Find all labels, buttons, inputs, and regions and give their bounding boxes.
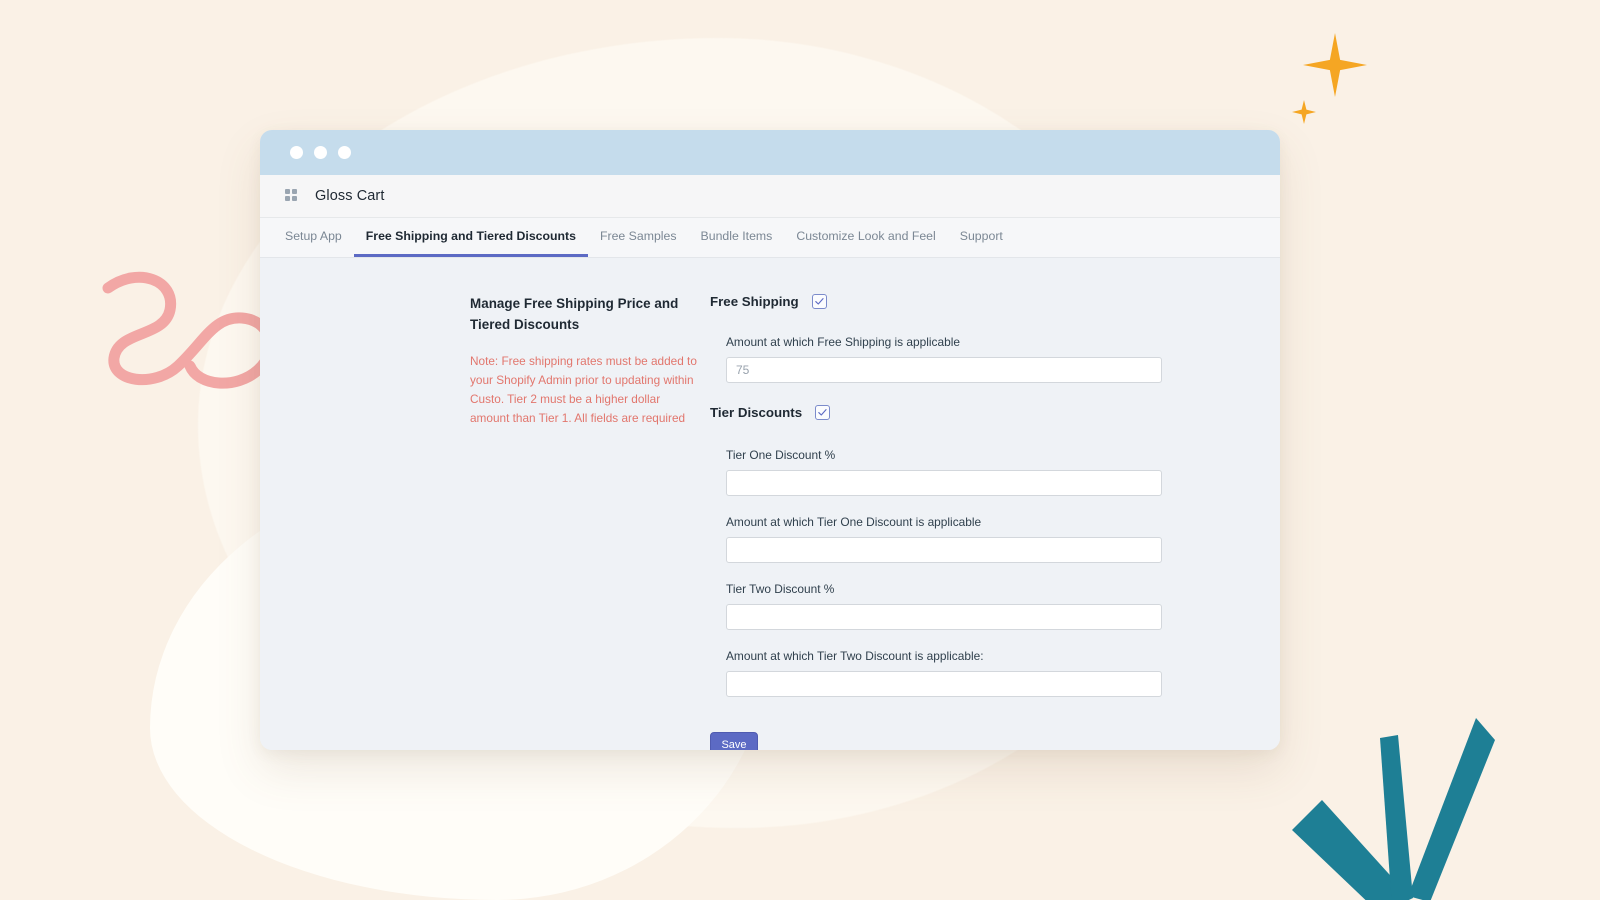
page-canvas: Gloss Cart Setup App Free Shipping and T…: [0, 0, 1600, 900]
tier-one-discount-percent-label: Tier One Discount %: [726, 448, 836, 462]
tab-free-shipping-and-tiered-discounts[interactable]: Free Shipping and Tiered Discounts: [353, 218, 588, 257]
panel-note: Note: Free shipping rates must be added …: [470, 353, 697, 426]
sparkle-star-icon: [1292, 100, 1316, 124]
app-header: Gloss Cart: [260, 175, 1280, 218]
panel-heading: Manage Free Shipping Price and Tiered Di…: [470, 296, 679, 332]
tier-two-discount-percent-field: Tier Two Discount %: [726, 582, 1170, 630]
teal-burst-decoration: [1292, 718, 1495, 900]
sparkle-star-icon: [1303, 33, 1367, 97]
tier-two-discount-percent-input[interactable]: [726, 604, 1162, 630]
minimize-dot[interactable]: [314, 146, 327, 159]
free-shipping-amount-field: Amount at which Free Shipping is applica…: [726, 335, 1170, 383]
tab-free-samples[interactable]: Free Samples: [588, 218, 689, 257]
tab-support[interactable]: Support: [948, 218, 1015, 257]
tier-two-amount-field: Amount at which Tier Two Discount is app…: [726, 649, 1170, 697]
maximize-dot[interactable]: [338, 146, 351, 159]
close-dot[interactable]: [290, 146, 303, 159]
free-shipping-amount-label: Amount at which Free Shipping is applica…: [726, 335, 960, 349]
tab-customize-look-and-feel[interactable]: Customize Look and Feel: [784, 218, 947, 257]
tier-two-discount-percent-label: Tier Two Discount %: [726, 582, 835, 596]
window-titlebar: [260, 130, 1280, 175]
browser-window: Gloss Cart Setup App Free Shipping and T…: [260, 130, 1280, 750]
tier-two-amount-input[interactable]: [726, 671, 1162, 697]
free-shipping-checkbox[interactable]: [811, 294, 827, 309]
grid-apps-icon: [285, 189, 297, 201]
settings-form: Free Shipping Amount at which Free Shipp…: [710, 294, 1280, 750]
tier-discounts-checkbox[interactable]: [815, 405, 831, 420]
description-panel: Manage Free Shipping Price and Tiered Di…: [260, 294, 710, 750]
app-title: Gloss Cart: [315, 188, 385, 204]
tier-one-amount-field: Amount at which Tier One Discount is app…: [726, 515, 1170, 563]
tier-two-amount-label: Amount at which Tier Two Discount is app…: [726, 649, 984, 663]
tier-one-amount-label: Amount at which Tier One Discount is app…: [726, 515, 982, 529]
tier-discounts-title: Tier Discounts: [710, 405, 803, 420]
tier-discounts-section-header: Tier Discounts: [710, 405, 1170, 420]
save-button[interactable]: Save: [710, 732, 758, 750]
tier-one-amount-input[interactable]: [726, 537, 1162, 563]
tier-one-discount-percent-field: Tier One Discount %: [726, 448, 1170, 496]
settings-content: Manage Free Shipping Price and Tiered Di…: [260, 258, 1280, 750]
tab-bundle-items[interactable]: Bundle Items: [689, 218, 785, 257]
tab-bar: Setup App Free Shipping and Tiered Disco…: [260, 218, 1280, 258]
tier-one-discount-percent-input[interactable]: [726, 470, 1162, 496]
free-shipping-section-header: Free Shipping: [710, 294, 1170, 309]
free-shipping-title: Free Shipping: [710, 294, 799, 309]
free-shipping-amount-input[interactable]: [726, 357, 1162, 383]
tab-setup-app[interactable]: Setup App: [273, 218, 354, 257]
